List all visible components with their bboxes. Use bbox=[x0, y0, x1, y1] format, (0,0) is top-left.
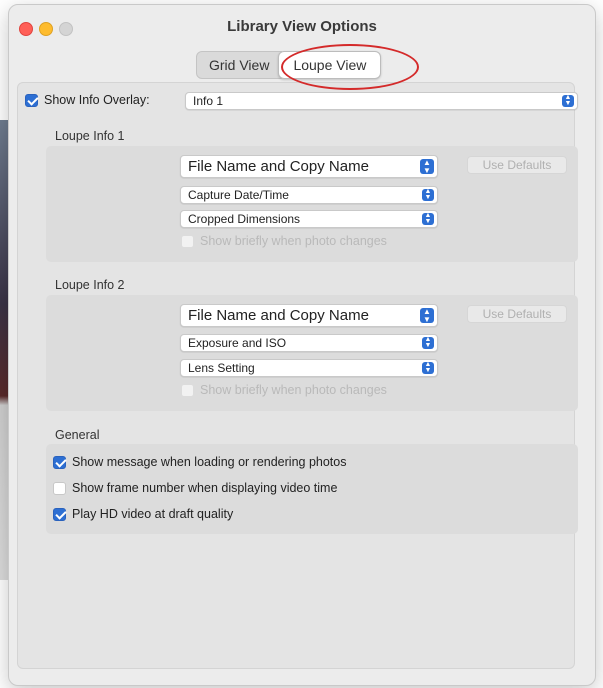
tab-grid-view[interactable]: Grid View bbox=[196, 51, 283, 79]
loupe-info-1-show-briefly-checkbox[interactable] bbox=[181, 234, 194, 248]
show-loading-message-checkbox[interactable] bbox=[53, 455, 66, 469]
tab-loupe-view[interactable]: Loupe View bbox=[278, 51, 382, 79]
general-title: General bbox=[55, 428, 100, 442]
loupe-info-2-use-defaults-button[interactable]: Use Defaults bbox=[467, 305, 567, 323]
loupe-info-2-line3-select[interactable]: Lens Setting ▲ ▼ bbox=[180, 359, 438, 377]
select-stepper-icon: ▲ ▼ bbox=[420, 159, 434, 174]
info-overlay-value: Info 1 bbox=[193, 94, 224, 108]
loupe-info-2-title: Loupe Info 2 bbox=[55, 278, 125, 292]
loupe-info-1-line2-select[interactable]: Capture Date/Time ▲ ▼ bbox=[180, 186, 438, 204]
loupe-info-2-line1-select[interactable]: File Name and Copy Name ▲ ▼ bbox=[180, 304, 438, 327]
loupe-info-2-line1-value: File Name and Copy Name bbox=[188, 307, 369, 324]
select-stepper-icon: ▲ ▼ bbox=[422, 212, 434, 225]
select-stepper-icon: ▲ ▼ bbox=[562, 94, 574, 107]
loupe-info-2-line2-value: Exposure and ISO bbox=[188, 336, 287, 350]
loupe-info-2-show-briefly-label: Show briefly when photo changes bbox=[200, 383, 387, 397]
loupe-info-2-line2-select[interactable]: Exposure and ISO ▲ ▼ bbox=[180, 334, 438, 352]
loupe-info-1-line3-select[interactable]: Cropped Dimensions ▲ ▼ bbox=[180, 210, 438, 228]
show-info-overlay-label: Show Info Overlay: bbox=[44, 93, 150, 107]
loupe-info-1-line2-value: Capture Date/Time bbox=[188, 188, 289, 202]
show-info-overlay-checkbox[interactable] bbox=[25, 93, 38, 107]
info-overlay-select[interactable]: Info 1 ▲ ▼ bbox=[185, 92, 578, 110]
show-loading-message-label: Show message when loading or rendering p… bbox=[72, 455, 347, 469]
general-option-row: Show message when loading or rendering p… bbox=[53, 455, 346, 469]
play-hd-draft-checkbox[interactable] bbox=[53, 507, 66, 521]
play-hd-draft-label: Play HD video at draft quality bbox=[72, 507, 234, 521]
tab-bar: Grid View Loupe View bbox=[196, 51, 382, 79]
loupe-info-1-line3-value: Cropped Dimensions bbox=[188, 212, 301, 226]
loupe-info-2-show-briefly-row: Show briefly when photo changes bbox=[181, 383, 387, 397]
show-info-overlay-row: Show Info Overlay: bbox=[25, 90, 150, 110]
window-title: Library View Options bbox=[227, 18, 377, 35]
loupe-info-1-line1-value: File Name and Copy Name bbox=[188, 158, 369, 175]
loupe-info-1-show-briefly-row: Show briefly when photo changes bbox=[181, 234, 387, 248]
loupe-info-1-line1-select[interactable]: File Name and Copy Name ▲ ▼ bbox=[180, 155, 438, 178]
loupe-info-1-use-defaults-button[interactable]: Use Defaults bbox=[467, 156, 567, 174]
show-frame-number-label: Show frame number when displaying video … bbox=[72, 481, 338, 495]
select-stepper-icon: ▲ ▼ bbox=[420, 308, 434, 323]
general-option-row: Show frame number when displaying video … bbox=[53, 481, 337, 495]
show-frame-number-checkbox[interactable] bbox=[53, 481, 66, 495]
loupe-info-2-show-briefly-checkbox[interactable] bbox=[181, 383, 194, 397]
select-stepper-icon: ▲ ▼ bbox=[422, 336, 434, 349]
loupe-info-2-line3-value: Lens Setting bbox=[188, 361, 255, 375]
loupe-info-1-show-briefly-label: Show briefly when photo changes bbox=[200, 234, 387, 248]
general-option-row: Play HD video at draft quality bbox=[53, 507, 233, 521]
select-stepper-icon: ▲ ▼ bbox=[422, 188, 434, 201]
loupe-info-1-title: Loupe Info 1 bbox=[55, 129, 125, 143]
title-bar: Library View Options bbox=[9, 5, 595, 45]
select-stepper-icon: ▲ ▼ bbox=[422, 361, 434, 374]
